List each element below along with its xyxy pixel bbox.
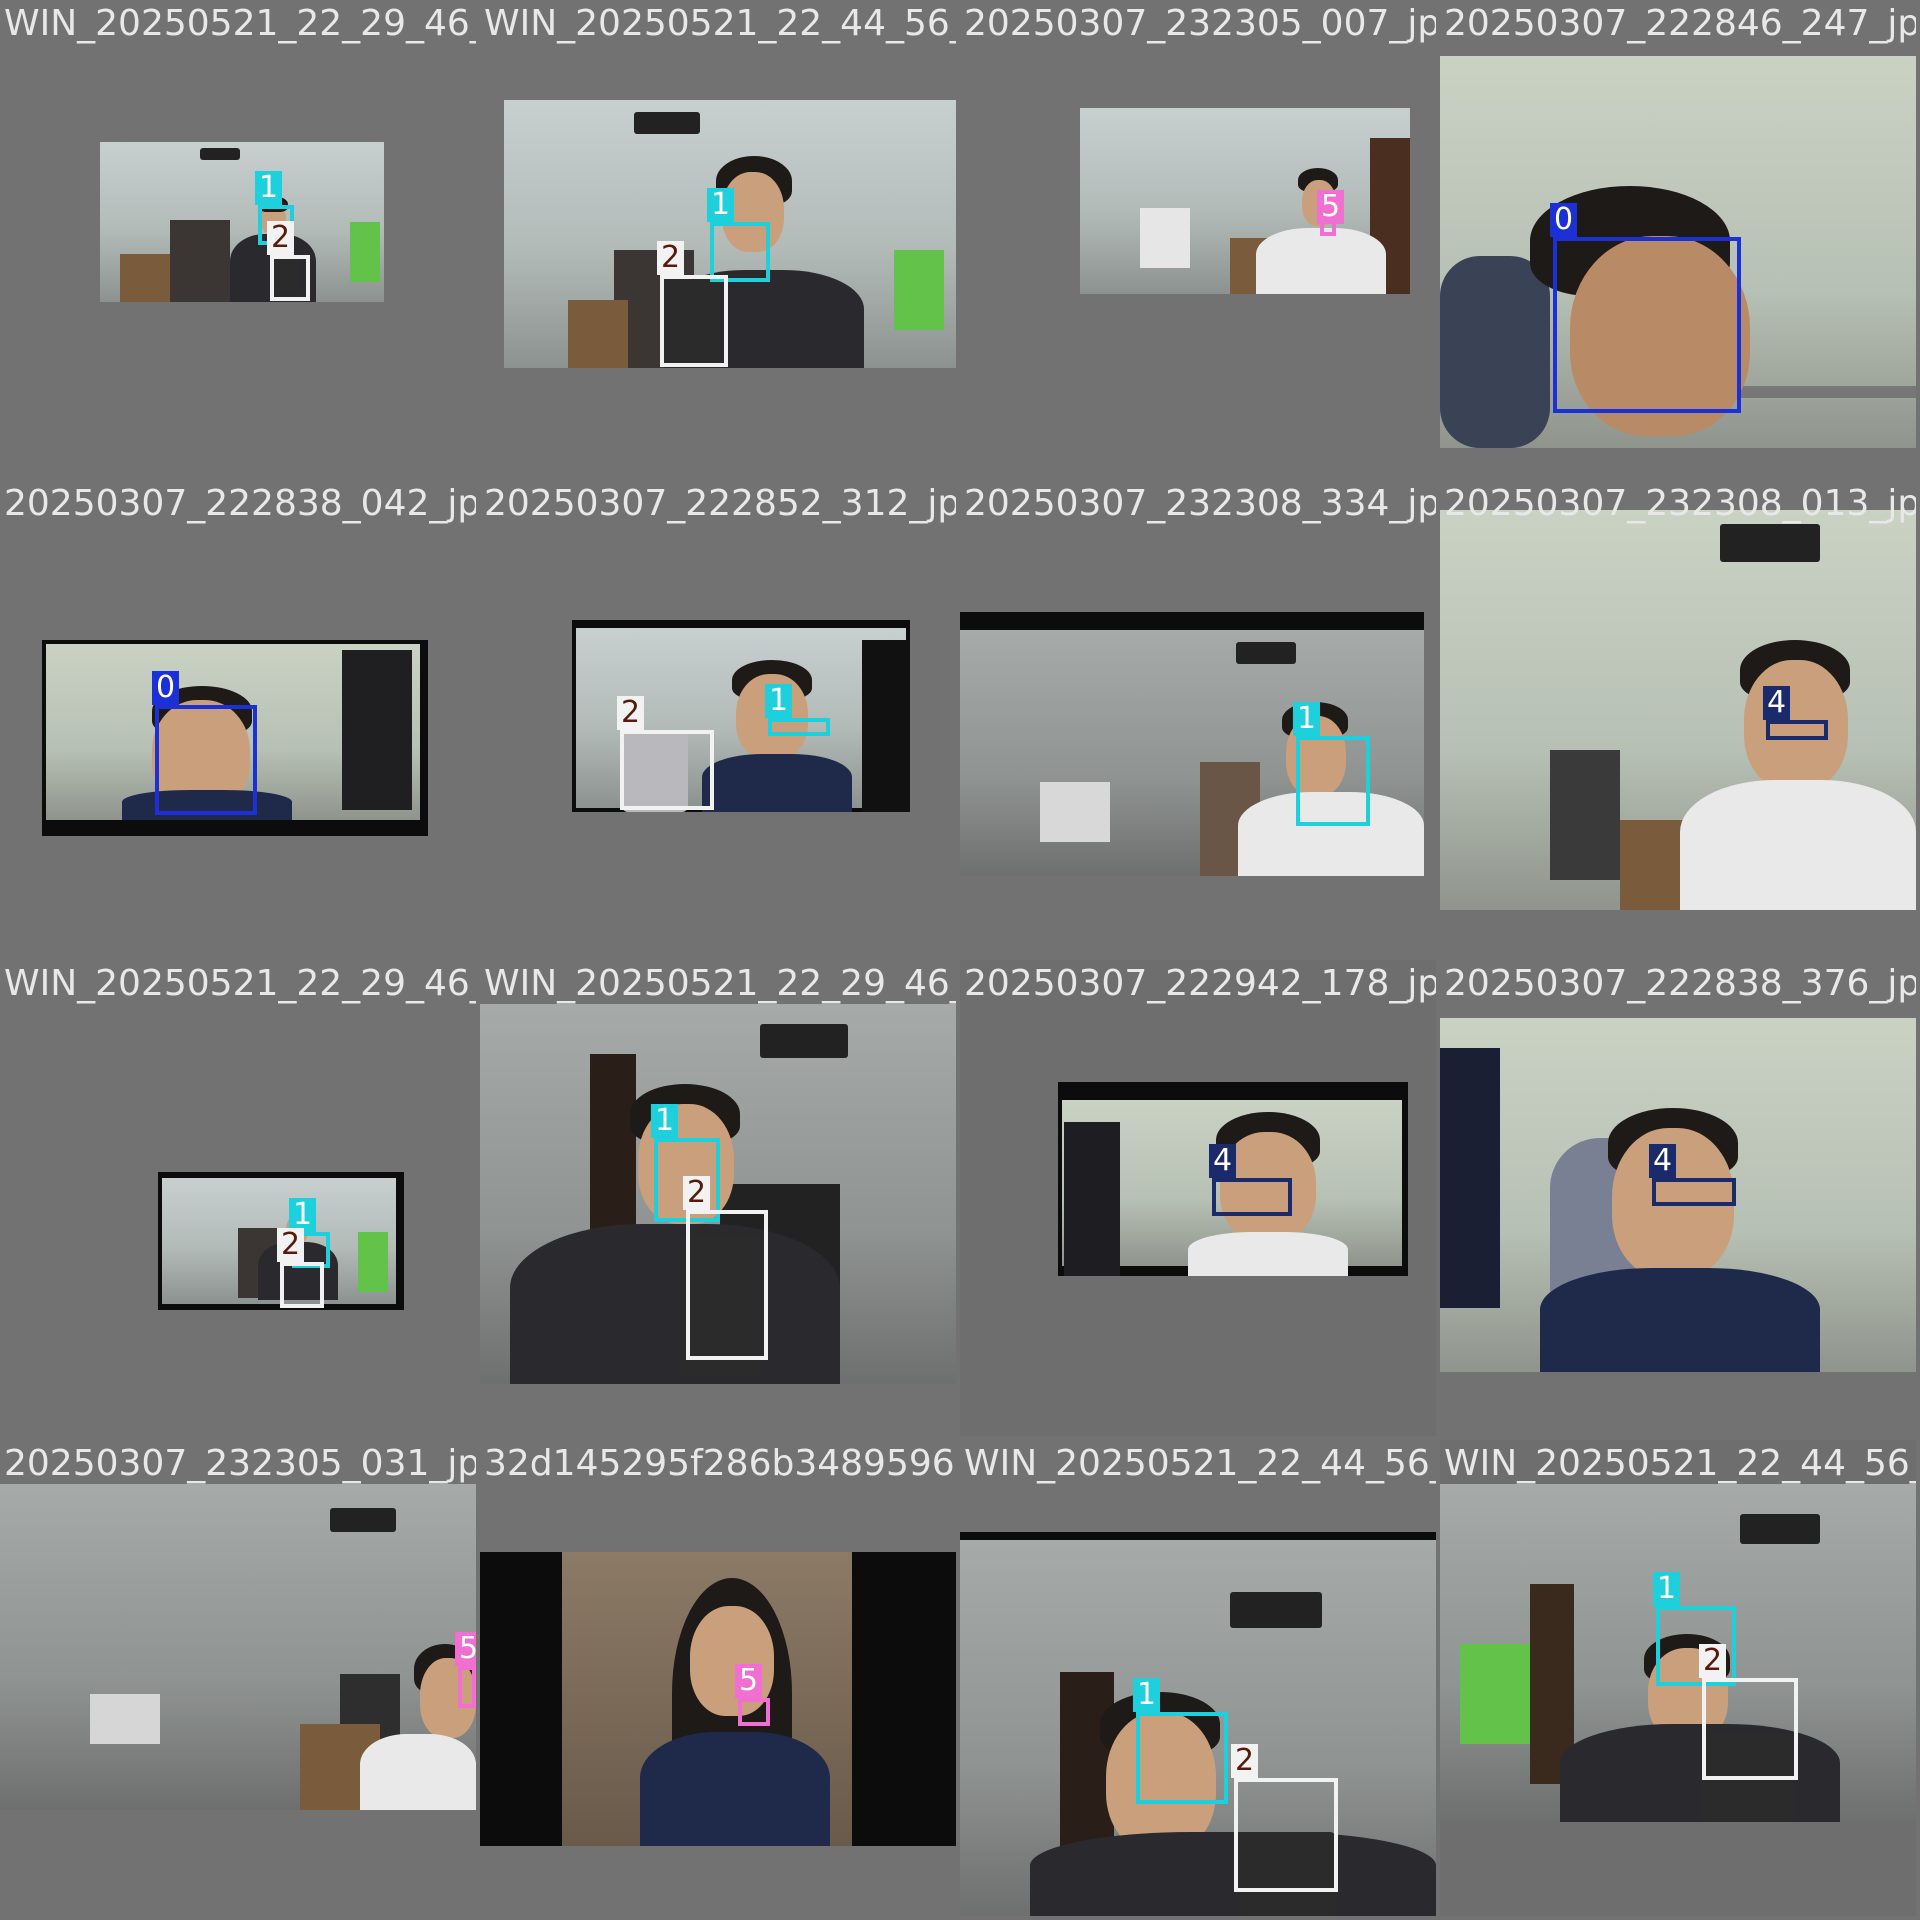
- bbox-class-2: [280, 1262, 324, 1308]
- bbox-class-5: [458, 1666, 476, 1708]
- image-filename-label: 20250307_232305_031_jpg.rf.: [4, 1443, 476, 1484]
- tile: 1 2 WIN_20250521_22_44_56_Pro_mp4-0185_j…: [960, 1440, 1436, 1916]
- bbox-class-0: [155, 705, 257, 815]
- tile: 0 20250307_222846_247_jpg.rf.b0019e: [1440, 0, 1916, 476]
- bbox-tag: 4: [1763, 686, 1791, 720]
- bbox-class-1: [768, 718, 830, 736]
- tile: 5 20250307_232305_031_jpg.rf.: [0, 1440, 476, 1916]
- bbox-class-2: [1234, 1778, 1338, 1892]
- photo: [100, 142, 384, 302]
- bbox-class-0: [1553, 237, 1741, 413]
- bbox-tag: 4: [1209, 1144, 1237, 1178]
- image-filename-label: 20250307_222846_247_jpg.rf.b0019e: [1444, 3, 1916, 44]
- image-filename-label: 20250307_222852_312_jpg.rf.d7a9dbe2: [484, 483, 956, 524]
- bbox-class-2: [270, 255, 310, 301]
- bbox-tag: 1: [1133, 1678, 1161, 1712]
- tile: 1 2 WIN_20250521_22_29_46_Pro_mp4-0019_j…: [0, 0, 476, 476]
- bbox-class-2: [1702, 1678, 1798, 1780]
- bbox-tag: 2: [267, 221, 295, 255]
- tile: 1 2 WIN_20250521_22_29_46_Pro_mp4-0: [0, 960, 476, 1436]
- bbox-class-1: [1136, 1712, 1228, 1804]
- tile: 1 2 WIN_20250521_22_29_46_Pro_mp4-0182_j…: [480, 960, 956, 1436]
- bbox-tag: 2: [657, 241, 685, 275]
- image-filename-label: 20250307_232308_334_jpg.rf.eb3a9772b7c: [964, 483, 1436, 524]
- bbox-class-4: [1212, 1178, 1292, 1216]
- bbox-tag: 1: [255, 171, 283, 205]
- image-filename-label: 20250307_232308_013_jpg.rf.e2891674a3d: [1444, 483, 1916, 524]
- photo: [1440, 510, 1916, 910]
- photo: [480, 1552, 956, 1846]
- bbox-class-5: [738, 1698, 770, 1726]
- bbox-class-2: [620, 730, 714, 810]
- bbox-class-1: [710, 222, 770, 282]
- photo: [0, 1484, 476, 1810]
- image-filename-label: WIN_20250521_22_29_46_Pro_mp4-0019_jpg.r…: [4, 3, 476, 44]
- image-filename-label: 20250307_222838_042_jpg.rf.: [4, 483, 476, 524]
- bbox-tag: 2: [683, 1176, 711, 1210]
- bbox-class-4: [1766, 720, 1828, 740]
- bbox-tag: 2: [1231, 1744, 1259, 1778]
- tile: 1 20250307_232308_334_jpg.rf.eb3a9772b7c: [960, 480, 1436, 956]
- bbox-tag: 1: [651, 1104, 679, 1138]
- bbox-tag: 1: [1293, 702, 1321, 736]
- image-filename-label: 20250307_222838_376_jpg.rf.e3b04a28dea: [1444, 963, 1916, 1004]
- bbox-tag: 5: [455, 1632, 476, 1666]
- bbox-class-2: [686, 1210, 768, 1360]
- tile: 1 2 20250307_222852_312_jpg.rf.d7a9dbe2: [480, 480, 956, 956]
- bbox-tag: 1: [1653, 1572, 1681, 1606]
- tile: 0 20250307_222838_042_jpg.rf.: [0, 480, 476, 956]
- tile: 5 20250307_232305_007_jpg.rf.3105: [960, 0, 1436, 476]
- image-filename-label: WIN_20250521_22_29_46_Pro_mp4-0182_jpg.r…: [484, 963, 956, 1004]
- bbox-tag: 2: [617, 696, 645, 730]
- bbox-tag: 1: [765, 684, 793, 718]
- image-filename-label: WIN_20250521_22_44_56_Pro_mp4-0102_jpg.r…: [1444, 1443, 1916, 1484]
- image-filename-label: WIN_20250521_22_44_56_Pro_mp4-0185_jpg.r…: [964, 1443, 1436, 1484]
- tile: 1 2 WIN_20250521_22_44_56_Pro_mp4-0102_j…: [1440, 1440, 1916, 1916]
- photo: [1080, 108, 1410, 294]
- image-filename-label: WIN_20250521_22_44_56_Pro_mp4-0232_jpg.r…: [484, 3, 956, 44]
- mosaic-grid: 1 2 WIN_20250521_22_29_46_Pro_mp4-0019_j…: [0, 0, 1920, 1920]
- image-filename-label: 32d145295f286b34895967585ae_jpg.rf.a9bfe…: [484, 1443, 956, 1484]
- bbox-tag: 0: [1550, 203, 1578, 237]
- bbox-tag: 5: [1317, 190, 1345, 224]
- bbox-class-1: [1296, 736, 1370, 826]
- bbox-tag: 5: [735, 1664, 763, 1698]
- image-filename-label: WIN_20250521_22_29_46_Pro_mp4-0: [4, 963, 476, 1004]
- tile: 1 2 WIN_20250521_22_44_56_Pro_mp4-0232_j…: [480, 0, 956, 476]
- tile: 4 20250307_222838_376_jpg.rf.e3b04a28dea: [1440, 960, 1916, 1436]
- bbox-class-4: [1652, 1178, 1736, 1206]
- tile: 4 20250307_232308_013_jpg.rf.e2891674a3d: [1440, 480, 1916, 956]
- bbox-tag: 0: [152, 671, 180, 705]
- bbox-tag: 1: [707, 188, 735, 222]
- bbox-tag: 2: [277, 1228, 305, 1262]
- tile: 4 20250307_222942_178_jpg.rf.0993: [960, 960, 1436, 1436]
- image-filename-label: 20250307_222942_178_jpg.rf.0993: [964, 963, 1436, 1004]
- bbox-tag: 2: [1699, 1644, 1727, 1678]
- bbox-tag: 4: [1649, 1144, 1677, 1178]
- tile: 5 32d145295f286b34895967585ae_jpg.rf.a9b…: [480, 1440, 956, 1916]
- bbox-class-2: [660, 275, 728, 367]
- image-filename-label: 20250307_232305_007_jpg.rf.3105: [964, 3, 1436, 44]
